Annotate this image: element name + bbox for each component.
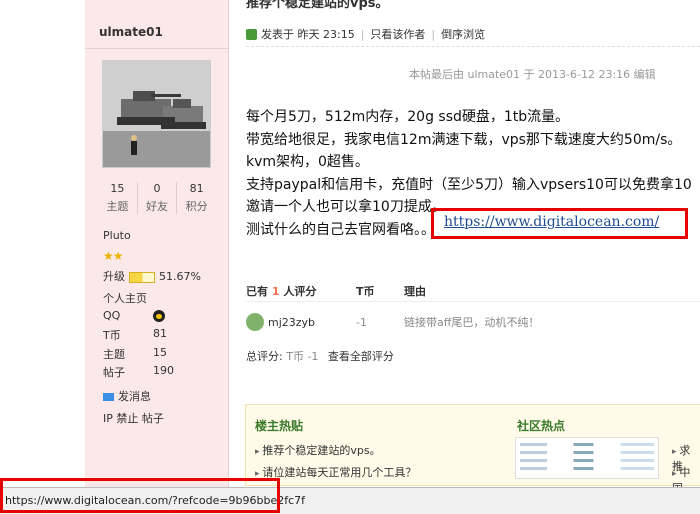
envelope-icon [103,393,114,401]
send-message-label: 发消息 [118,390,151,403]
rating-row: mj23zyb -1 链接带aff尾巴，动机不纯！ [246,313,700,331]
post-line: 支持paypal和信用卡，充值时（至少5刀）输入vpsers10可以免费拿10 [246,176,692,193]
info-value: 81 [153,327,167,340]
community-thumbnail[interactable] [515,437,659,479]
level-bar [129,271,155,283]
rater-avatar[interactable] [246,313,264,331]
author-username[interactable]: ulmate01 [99,25,163,39]
rating-value: -1 [356,315,367,329]
divider [246,301,700,302]
rating-number: 1 [271,285,280,298]
rating-reason: 链接带aff尾巴，动机不纯！ [404,316,540,329]
rating-header: 已有 1 人评分 T币 理由 [246,283,700,299]
post-time: 发表于 昨天 23:15 [261,28,355,41]
total-label: 总评分: [246,350,283,363]
post-line: 带宽给地很足，我家电信12m满速下载，vps那下载速度大约50m/s。 [246,131,682,148]
post-line: kvm架构，0超售。 [246,154,369,170]
rater-name[interactable]: mj23zyb [268,316,356,329]
rating-prefix: 已有 [246,285,268,298]
info-row-topics: 主题 15 [103,346,213,362]
stat-value: 81 [189,182,204,195]
separator: | [431,27,436,41]
avatar[interactable] [102,60,211,168]
rating-total: 总评分: T币 -1 查看全部评分 [246,348,394,364]
rating-count: 已有 1 人评分 [246,283,356,299]
stat-value: 0 [153,182,161,195]
hot-post-item[interactable]: 推荐个稳定建站的vps。 [255,442,380,458]
qq-penguin-icon[interactable] [153,310,165,322]
info-row-posts: 帖子 190 [103,364,213,380]
rating-col-currency: T币 [356,285,375,298]
post-header: 发表于 昨天 23:15 | 只看该作者 | 倒序浏览 [246,26,700,42]
total-value: T币 -1 [286,350,319,363]
level-percent: 51.67% [159,270,201,283]
info-key: 主题 [103,348,125,361]
official-site-link[interactable]: https://www.digitalocean.com/ [444,214,659,230]
user-group[interactable]: Pluto [103,229,131,242]
edited-note: 本帖最后由 ulmate01 于 2013-6-12 23:16 编辑 [409,68,656,81]
community-hot-title: 社区热点 [517,419,566,433]
stat-topics[interactable]: 15 主题 [98,182,138,214]
stat-label: 积分 [185,200,208,213]
info-key: 帖子 [103,366,125,379]
annotation-highlight-box [0,478,280,513]
profile-link[interactable]: 个人主页 [103,290,147,306]
divider [85,48,228,49]
author-hot-title: 楼主热贴 [255,419,304,433]
info-row-currency: T币 81 [103,327,213,343]
separator: | [360,27,365,41]
stat-points[interactable]: 81 积分 [177,182,216,214]
post-line: 每个月5刀，512m内存，20g ssd硬盘，1tb流量。 [246,109,570,125]
thumb-line [520,451,654,454]
only-author-link[interactable]: 只看该作者 [370,26,425,42]
view-all-ratings-link[interactable]: 查看全部评分 [328,350,394,363]
author-stats: 15 主题 0 好友 81 积分 [98,182,216,214]
thumb-line [520,459,654,462]
stat-friends[interactable]: 0 好友 [138,182,178,214]
send-message-link[interactable]: 发消息 [103,388,151,404]
stat-label: 主题 [106,200,129,213]
info-value[interactable]: 15 [153,346,167,362]
avatar-image [103,61,210,167]
reverse-view-link[interactable]: 倒序浏览 [441,26,485,42]
left-gutter [0,0,85,513]
thread-title: 推荐个稳定建站的vps。 [246,0,389,11]
level-label: 升级 [103,270,125,283]
thumb-line [520,443,654,446]
stat-value: 15 [110,182,125,195]
rating-suffix: 人评分 [283,285,317,298]
info-key: QQ [103,309,121,322]
rating-col-reason: 理由 [404,285,426,298]
stat-label: 好友 [146,200,168,213]
ip-ban-link[interactable]: IP 禁止 帖子 [103,410,164,426]
online-status-icon [246,28,257,40]
thumb-line [520,467,654,470]
rank-stars-icon: ★★ [103,249,123,263]
level-row: 升级 51.67% [103,268,201,284]
info-value[interactable]: 190 [153,364,174,380]
info-row-qq: QQ [103,309,213,322]
info-key: T币 [103,329,121,342]
divider [246,46,700,47]
